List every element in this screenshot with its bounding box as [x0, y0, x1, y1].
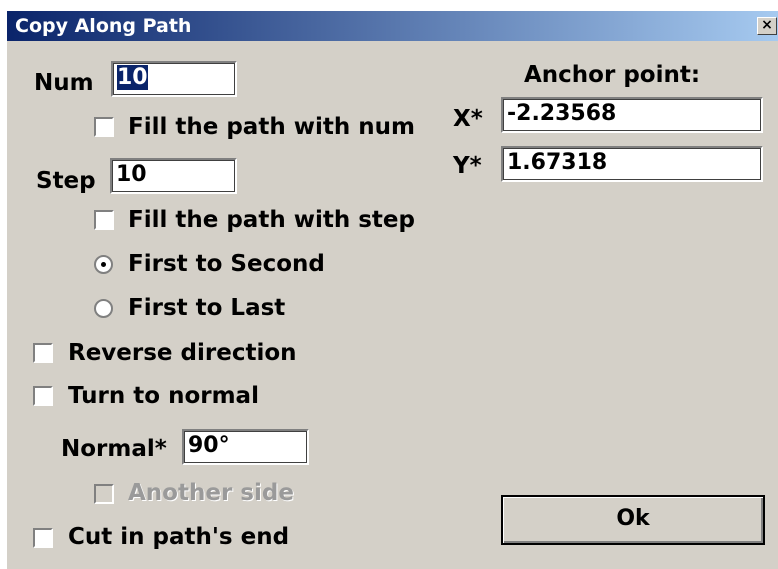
cut-in-path-end-checkbox[interactable] — [33, 528, 53, 548]
num-label: Num — [34, 70, 94, 96]
num-value: 10 — [117, 65, 148, 90]
turn-to-normal-checkbox[interactable] — [33, 386, 53, 406]
anchor-x-input[interactable]: -2.23568 — [501, 97, 763, 133]
radio-selected-dot — [101, 262, 106, 267]
title-bar: Copy Along Path × — [7, 11, 778, 41]
first-to-last-label: First to Last — [128, 295, 286, 321]
anchor-y-label: Y* — [453, 153, 482, 179]
radio-first-to-last[interactable] — [94, 299, 113, 318]
ok-button[interactable]: Ok — [501, 495, 765, 545]
step-input[interactable]: 10 — [110, 158, 237, 194]
anchor-point-title: Anchor point: — [524, 62, 701, 88]
fill-num-label: Fill the path with num — [128, 114, 415, 140]
num-input[interactable]: 10 — [111, 61, 237, 97]
fill-num-checkbox[interactable] — [94, 117, 114, 137]
normal-label: Normal* — [61, 436, 167, 462]
anchor-x-label: X* — [453, 106, 483, 132]
reverse-direction-checkbox[interactable] — [33, 343, 53, 363]
reverse-direction-label: Reverse direction — [68, 340, 297, 366]
fill-step-label: Fill the path with step — [128, 207, 415, 233]
another-side-label: Another side — [128, 480, 294, 506]
cut-in-path-end-label: Cut in path's end — [68, 524, 290, 550]
first-to-second-label: First to Second — [128, 251, 325, 277]
close-button[interactable]: × — [757, 17, 777, 35]
window-title: Copy Along Path — [15, 15, 192, 37]
copy-along-path-dialog: Copy Along Path × Num 10 Fill the path w… — [6, 10, 778, 569]
turn-to-normal-label: Turn to normal — [68, 383, 259, 409]
another-side-checkbox — [94, 484, 114, 504]
fill-step-checkbox[interactable] — [94, 210, 114, 230]
anchor-y-input[interactable]: 1.67318 — [501, 146, 763, 182]
radio-first-to-second[interactable] — [94, 255, 113, 274]
step-label: Step — [36, 168, 96, 194]
normal-input[interactable]: 90° — [182, 429, 309, 465]
